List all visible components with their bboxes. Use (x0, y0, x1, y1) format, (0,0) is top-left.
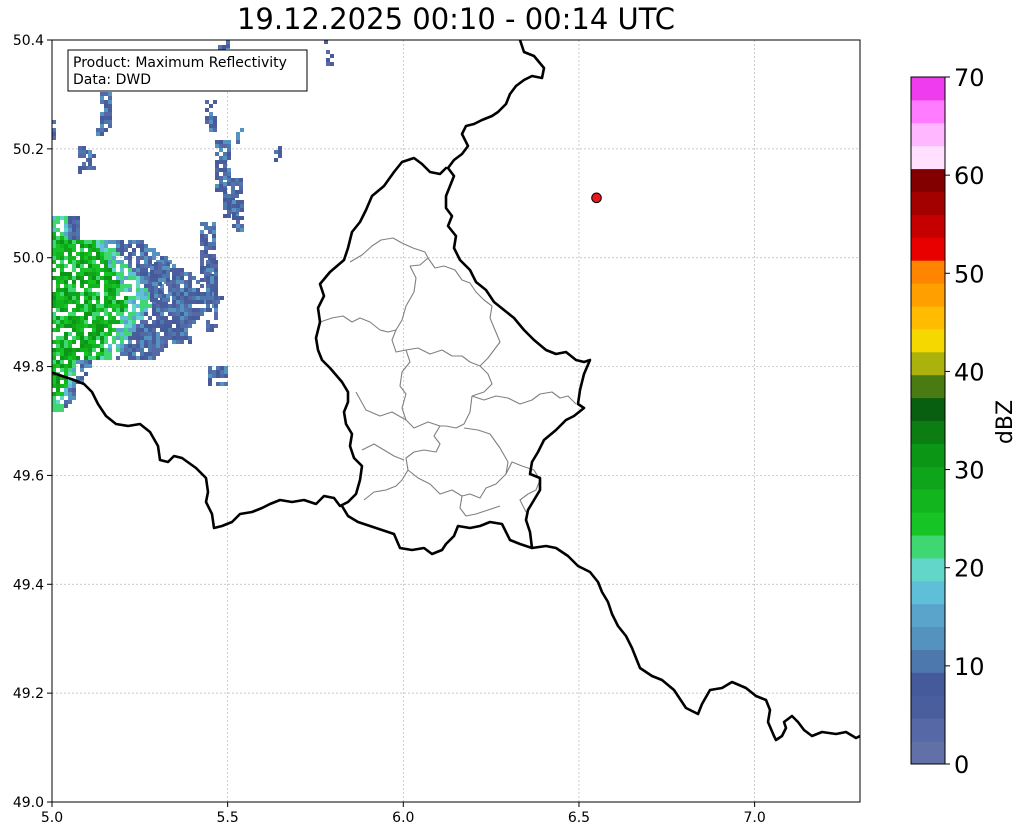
colorbar-segment (911, 489, 945, 513)
colorbar-segment (911, 214, 945, 238)
y-tick-label: 50.2 (13, 142, 44, 158)
colorbar-segment (911, 535, 945, 559)
colorbar-tick-label: 30 (954, 457, 985, 485)
colorbar-segment (911, 306, 945, 330)
colorbar-segment (911, 512, 945, 536)
y-tick-label: 49.6 (13, 468, 44, 484)
colorbar-segment (911, 99, 945, 124)
colorbar-segment (911, 580, 945, 605)
plot-area (52, 40, 860, 802)
colorbar-label: dBZ (993, 400, 1018, 444)
x-tick-label: 5.5 (217, 810, 239, 826)
colorbar-segment (911, 466, 945, 490)
colorbar-segment (911, 328, 945, 353)
x-tick-label: 5.0 (41, 810, 63, 826)
colorbar-tick-label: 70 (954, 64, 985, 92)
colorbar (910, 76, 946, 765)
colorbar-segment (911, 443, 945, 467)
colorbar-segment (911, 237, 945, 261)
colorbar-segment (911, 557, 945, 582)
y-tick-label: 49.2 (13, 686, 44, 702)
x-tick-label: 6.0 (392, 810, 414, 826)
colorbar-segment (911, 626, 945, 650)
info-box: Product: Maximum Reflectivity Data: DWD (67, 49, 308, 92)
colorbar-tick-label: 50 (954, 260, 985, 288)
x-tick-label: 6.5 (568, 810, 590, 826)
x-tick-label: 7.0 (743, 810, 765, 826)
colorbar-segment (911, 374, 945, 399)
colorbar-segment (911, 603, 945, 628)
colorbar-segment (911, 420, 945, 444)
colorbar-segment (911, 191, 945, 215)
y-tick-label: 49.8 (13, 360, 44, 376)
colorbar-segment (911, 351, 945, 376)
y-tick-label: 49.4 (13, 577, 44, 593)
colorbar-tick-label: 60 (954, 162, 985, 190)
y-axis: 50.4 50.2 50.0 49.8 49.6 49.4 49.2 49.0 (13, 33, 52, 811)
colorbar-ticks: 0 10 20 30 40 50 60 70 (945, 64, 985, 779)
colorbar-segment (911, 145, 945, 170)
location-marker (591, 192, 602, 204)
colorbar-tick-label: 10 (954, 653, 985, 681)
colorbar-segment (911, 695, 945, 719)
colorbar-tick-label: 40 (954, 358, 985, 386)
colorbar-segment (911, 649, 945, 673)
y-tick-label: 49.0 (13, 795, 44, 811)
colorbar-segment (911, 672, 945, 696)
colorbar-segment (911, 122, 945, 147)
colorbar-segment (911, 77, 945, 101)
radar-map-figure: 5.0 5.5 6.0 6.5 7.0 50.4 50.2 50.0 49.8 49.6 49.4… (13, 33, 1018, 826)
colorbar-tick-label: 20 (954, 555, 985, 583)
colorbar-tick-label: 0 (954, 751, 969, 779)
y-tick-label: 50.4 (13, 33, 44, 49)
y-tick-label: 50.0 (13, 251, 44, 267)
x-axis: 5.0 5.5 6.0 6.5 7.0 (41, 802, 766, 826)
colorbar-segment (911, 283, 945, 307)
colorbar-segment (911, 260, 945, 284)
info-source: Data: DWD (73, 72, 151, 88)
colorbar-segment (911, 397, 945, 421)
colorbar-segment (911, 168, 945, 192)
colorbar-segment (911, 741, 945, 765)
info-product: Product: Maximum Reflectivity (73, 55, 287, 71)
colorbar-segment (911, 718, 945, 742)
